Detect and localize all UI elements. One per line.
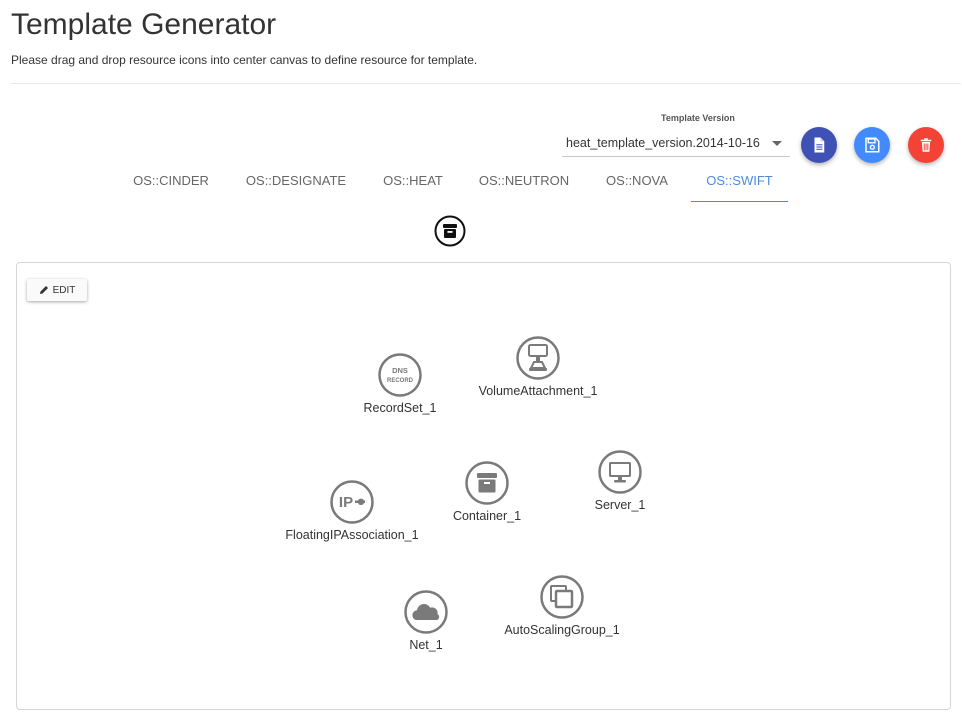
node-label: AutoScalingGroup_1 bbox=[504, 623, 620, 637]
node-label: RecordSet_1 bbox=[363, 401, 437, 415]
node-autoscaling-group[interactable]: AutoScalingGroup_1 bbox=[487, 575, 637, 637]
node-server[interactable]: Server_1 bbox=[545, 450, 695, 512]
node-floating-ip-association[interactable]: IP FloatingIPAssociation_1 bbox=[277, 480, 427, 542]
node-label: VolumeAttachment_1 bbox=[478, 384, 598, 398]
node-label: Server_1 bbox=[594, 498, 646, 512]
trash-icon bbox=[920, 138, 932, 152]
node-label: Container_1 bbox=[452, 509, 522, 523]
dns-record-icon: DNS RECORD bbox=[378, 353, 422, 397]
template-version-label: Template Version bbox=[661, 113, 735, 123]
node-net[interactable]: Net_1 bbox=[351, 590, 501, 652]
tab-os-neutron[interactable]: OS::NEUTRON bbox=[466, 170, 582, 202]
container-icon bbox=[465, 461, 509, 505]
edit-button[interactable]: EDIT bbox=[27, 279, 87, 301]
template-version-value: heat_template_version.2014-10-16 bbox=[566, 136, 760, 150]
container-icon[interactable] bbox=[434, 215, 466, 247]
save-template-button[interactable] bbox=[854, 127, 890, 163]
node-recordset[interactable]: DNS RECORD RecordSet_1 bbox=[325, 353, 475, 415]
edit-label: EDIT bbox=[52, 284, 76, 296]
tab-os-swift[interactable]: OS::SWIFT bbox=[691, 170, 788, 202]
volume-attachment-icon bbox=[516, 336, 560, 380]
node-container[interactable]: Container_1 bbox=[412, 461, 562, 523]
tab-os-designate[interactable]: OS::DESIGNATE bbox=[232, 170, 360, 202]
tab-os-nova[interactable]: OS::NOVA bbox=[592, 170, 682, 202]
node-label: FloatingIPAssociation_1 bbox=[285, 528, 419, 542]
node-label: Net_1 bbox=[409, 638, 443, 652]
resource-tabs: OS::CINDER OS::DESIGNATE OS::HEAT OS::NE… bbox=[0, 170, 962, 202]
svg-text:IP: IP bbox=[339, 494, 353, 511]
page-subtitle: Please drag and drop resource icons into… bbox=[11, 53, 478, 67]
tab-os-cinder[interactable]: OS::CINDER bbox=[120, 170, 222, 202]
svg-text:DNS: DNS bbox=[392, 366, 408, 375]
header-divider bbox=[11, 83, 961, 84]
floppy-icon bbox=[865, 137, 880, 153]
node-volume-attachment[interactable]: VolumeAttachment_1 bbox=[463, 336, 613, 398]
server-icon bbox=[598, 450, 642, 494]
svg-text:RECORD: RECORD bbox=[387, 378, 414, 384]
chevron-down-icon bbox=[772, 141, 782, 146]
template-canvas[interactable]: EDIT DNS RECORD RecordSet_1 VolumeAttach… bbox=[16, 262, 951, 710]
view-template-button[interactable] bbox=[801, 127, 837, 163]
delete-template-button[interactable] bbox=[908, 127, 944, 163]
tab-os-heat[interactable]: OS::HEAT bbox=[370, 170, 456, 202]
pencil-icon bbox=[39, 286, 48, 294]
template-version-select[interactable]: heat_template_version.2014-10-16 bbox=[562, 131, 790, 157]
cloud-icon bbox=[404, 590, 448, 634]
page-title: Template Generator bbox=[11, 8, 277, 41]
autoscaling-icon bbox=[540, 575, 584, 619]
file-text-icon bbox=[814, 137, 825, 153]
floating-ip-icon: IP bbox=[330, 480, 374, 524]
